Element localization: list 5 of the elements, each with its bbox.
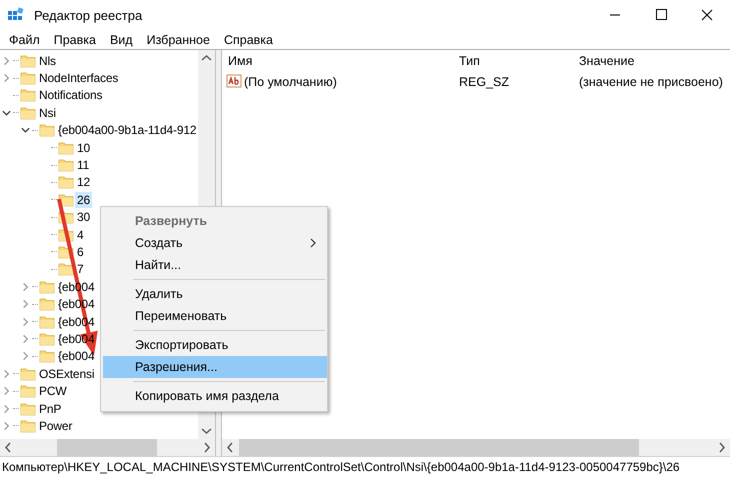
- status-path: Компьютер\HKEY_LOCAL_MACHINE\SYSTEM\CurrentControlSet\Control\Nsi\{eb004a00-9b1a-11d4-9123-0050047759bc}\26: [2, 460, 680, 474]
- value-type: REG_SZ: [458, 75, 510, 89]
- value-name: (По умолчанию): [244, 75, 337, 89]
- value-data: (значение не присвоено): [578, 75, 724, 89]
- window-title: Редактор реестра: [34, 8, 144, 22]
